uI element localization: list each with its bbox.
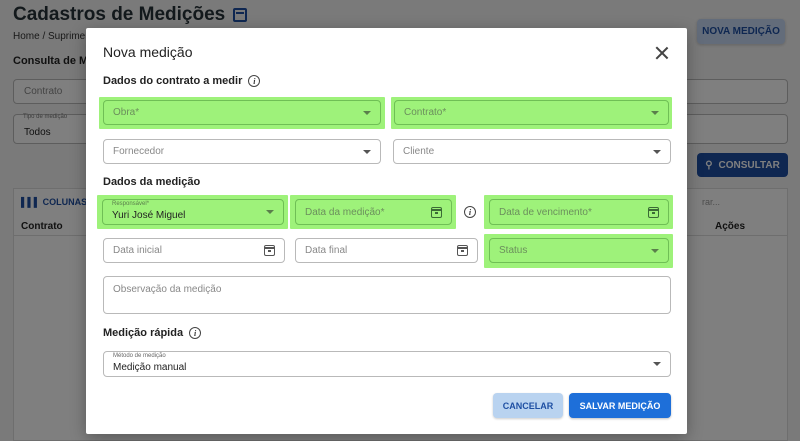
calendar-icon[interactable] (264, 245, 275, 256)
contrato-select[interactable]: Contrato* (394, 100, 669, 125)
status-placeholder: Status (499, 245, 528, 256)
responsavel-select[interactable]: Responsável* Yuri José Miguel (102, 199, 284, 225)
fornecedor-placeholder: Fornecedor (113, 146, 165, 157)
metodo-label: Método de medição (113, 353, 166, 359)
section-quick-heading: Medição rápida i (103, 327, 202, 339)
new-measurement-dialog: Nova medição Dados do contrato a medir i… (86, 28, 687, 434)
calendar-icon[interactable] (457, 245, 468, 256)
chevron-down-icon (653, 362, 661, 366)
data-inicial-input[interactable]: Data inicial (103, 238, 285, 263)
section-measurement-heading: Dados da medição (103, 176, 200, 188)
info-icon[interactable]: i (189, 327, 202, 339)
data-final-placeholder: Data final (305, 245, 348, 256)
responsavel-label: Responsável* (112, 201, 150, 207)
contrato-placeholder: Contrato* (404, 107, 447, 118)
close-icon[interactable] (653, 44, 671, 62)
obra-select[interactable]: Obra* (103, 100, 381, 125)
cliente-select[interactable]: Cliente (393, 139, 671, 164)
fornecedor-select[interactable]: Fornecedor (103, 139, 381, 164)
metodo-select[interactable]: Método de medição Medição manual (103, 351, 671, 377)
calendar-icon[interactable] (431, 206, 442, 218)
metodo-value: Medição manual (113, 361, 187, 373)
responsavel-value: Yuri José Miguel (112, 209, 186, 221)
chevron-down-icon (651, 248, 659, 253)
chevron-down-icon (651, 110, 659, 115)
dialog-title: Nova medição (103, 44, 193, 60)
highlight-status: Status (484, 234, 673, 268)
calendar-icon[interactable] (648, 206, 659, 218)
info-icon[interactable]: i (464, 206, 476, 218)
section-contract-heading: Dados do contrato a medir i (103, 75, 261, 87)
cancel-button[interactable]: CANCELAR (493, 393, 563, 418)
section-quick-label: Medição rápida (103, 327, 184, 339)
highlight-obra: Obra* (99, 97, 385, 129)
data-vencimento-input[interactable]: Data de vencimento* (489, 199, 669, 225)
highlight-data-vencimento: Data de vencimento* (484, 195, 673, 229)
status-select[interactable]: Status (489, 238, 669, 263)
cliente-placeholder: Cliente (403, 146, 435, 157)
data-medicao-input[interactable]: Data da medição* (295, 199, 452, 225)
chevron-down-icon (363, 149, 371, 154)
section-contract-label: Dados do contrato a medir (103, 75, 243, 87)
highlight-responsavel: Responsável* Yuri José Miguel (97, 195, 288, 229)
highlight-data-medicao: Data da medição* (290, 195, 456, 229)
info-icon[interactable]: i (248, 75, 261, 87)
save-measurement-button[interactable]: SALVAR MEDIÇÃO (569, 393, 671, 418)
data-vencimento-placeholder: Data de vencimento* (499, 206, 592, 218)
observacao-textarea[interactable]: Observação da medição (103, 276, 671, 314)
chevron-down-icon (266, 210, 274, 214)
section-measurement-label: Dados da medição (103, 176, 201, 188)
obra-placeholder: Obra* (113, 107, 140, 118)
data-inicial-placeholder: Data inicial (113, 245, 162, 256)
chevron-down-icon (363, 110, 371, 115)
chevron-down-icon (653, 149, 661, 154)
data-final-input[interactable]: Data final (295, 238, 478, 263)
highlight-contrato: Contrato* (391, 97, 672, 129)
data-medicao-placeholder: Data da medição* (305, 206, 385, 218)
observacao-placeholder: Observação da medição (113, 284, 222, 295)
